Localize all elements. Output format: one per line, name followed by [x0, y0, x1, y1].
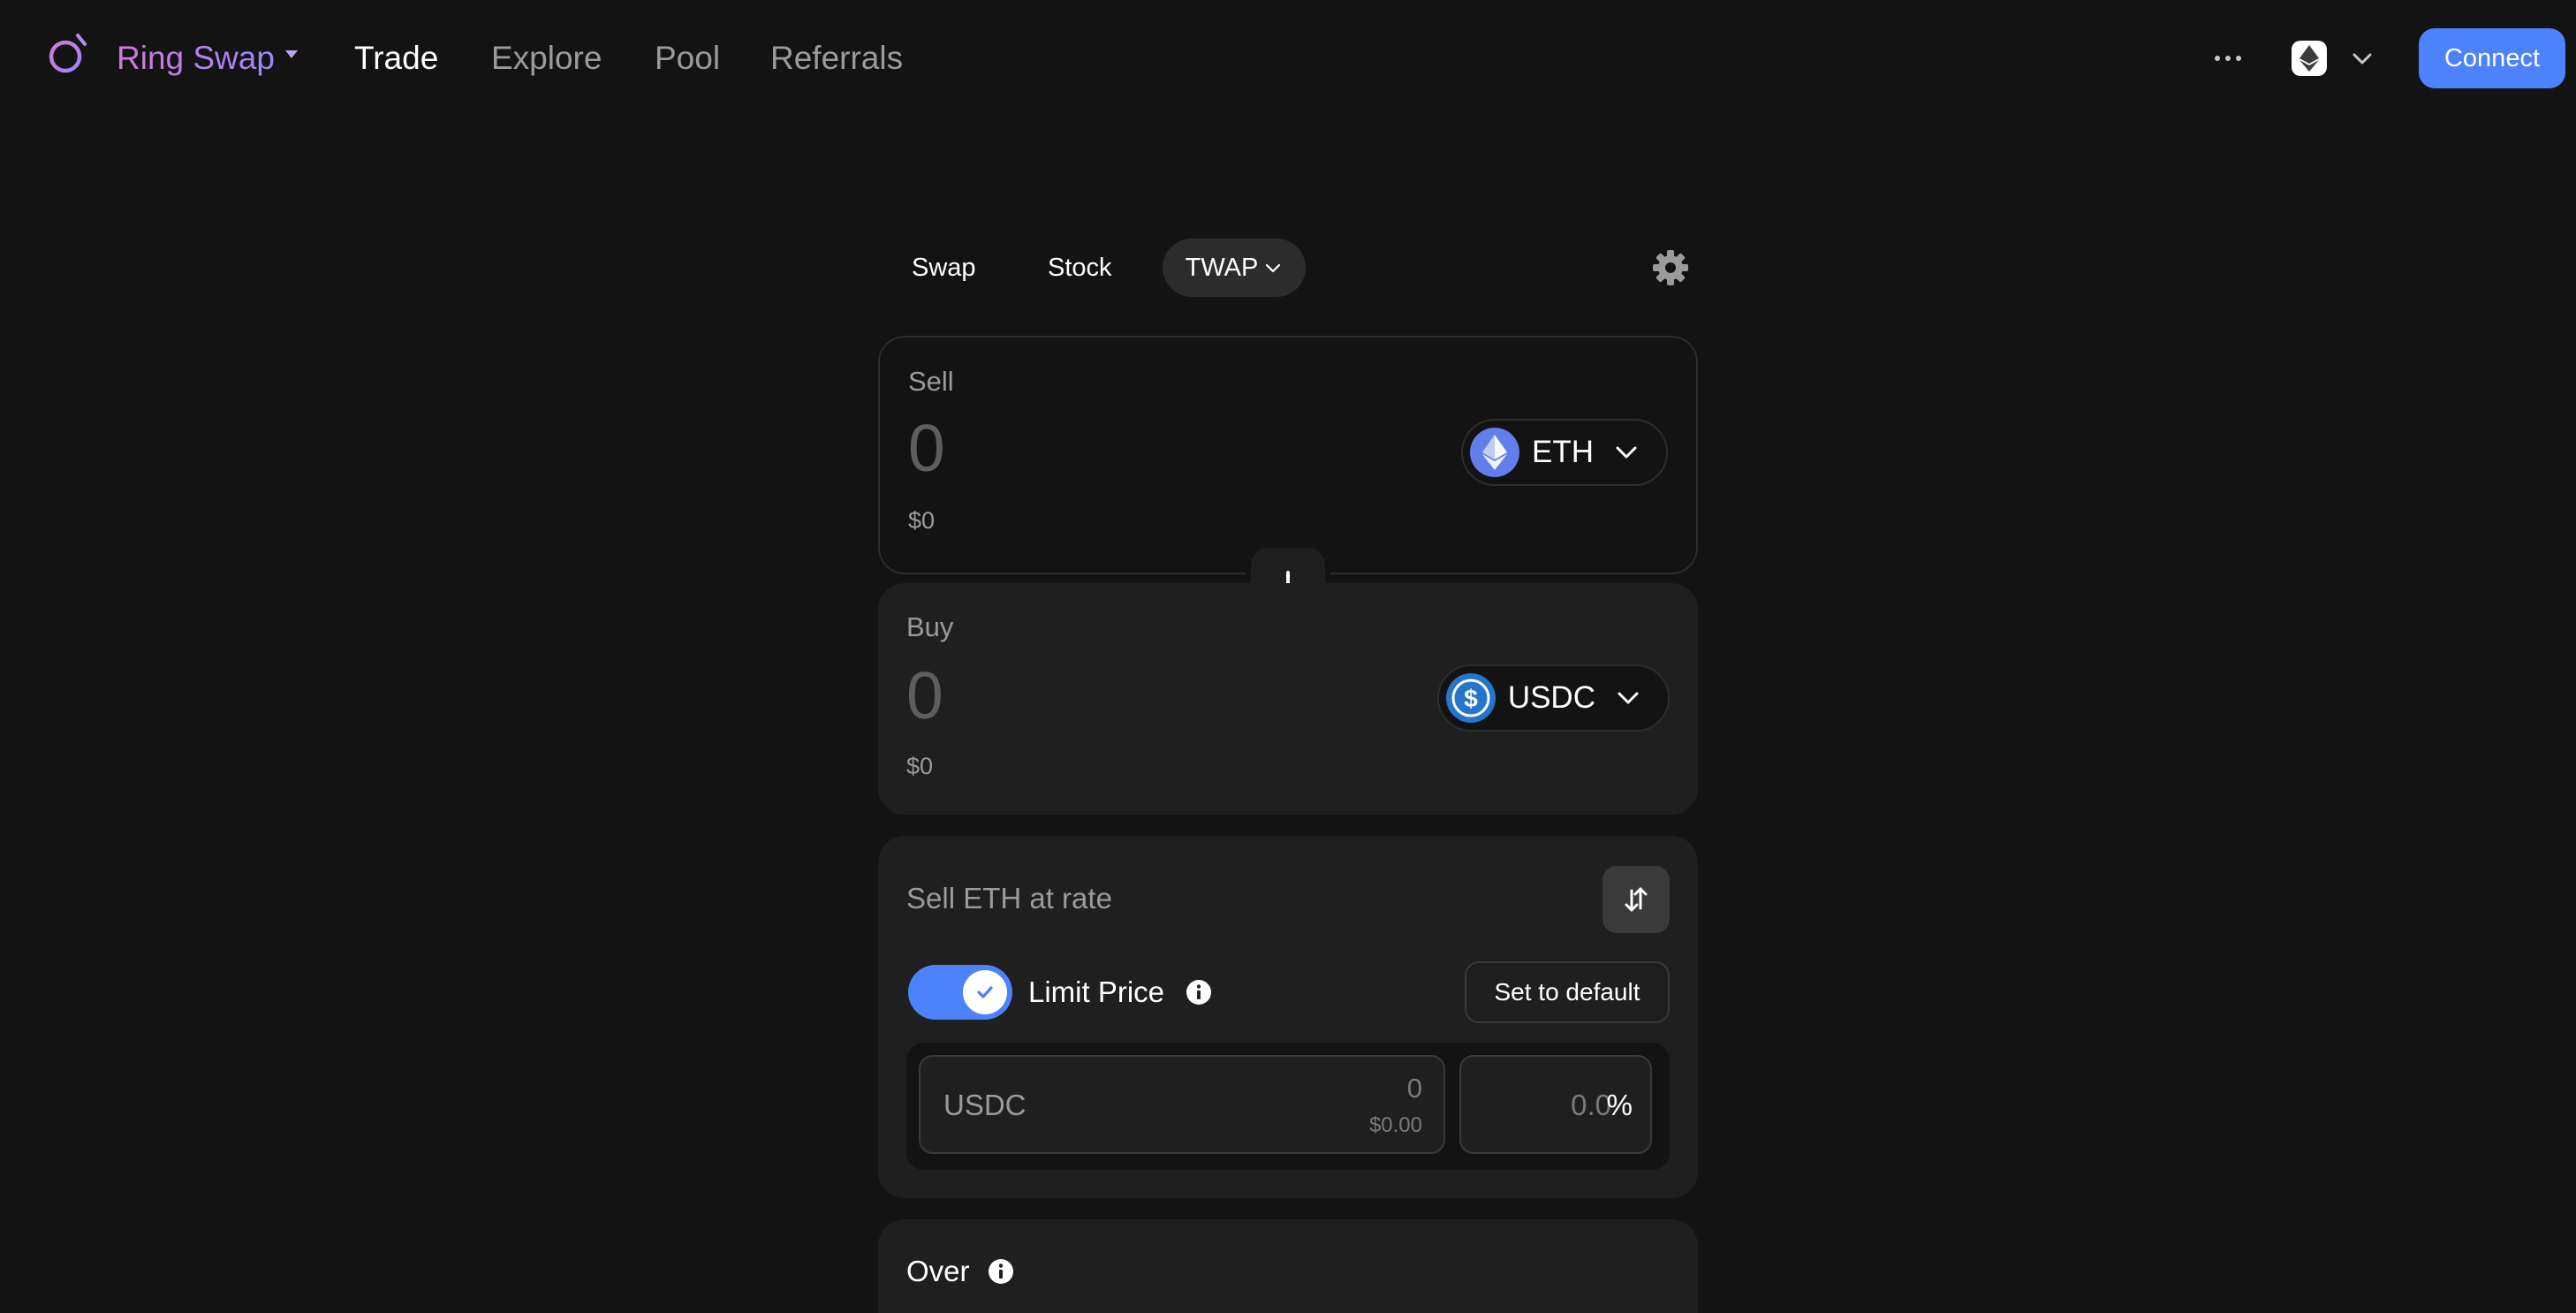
nav-explore[interactable]: Explore	[491, 35, 602, 81]
nav-referrals[interactable]: Referrals	[770, 35, 903, 81]
buy-label: Buy	[906, 611, 954, 642]
limit-price-field[interactable]: USDC 0 $0.00	[919, 1055, 1445, 1154]
buy-panel: Buy $0 $ USDC	[878, 583, 1698, 815]
chevron-down-icon	[1618, 692, 1639, 704]
logo[interactable]	[44, 32, 90, 78]
buy-usd-value: $0	[906, 753, 934, 779]
tab-twap-label: TWAP	[1185, 254, 1259, 282]
buy-token-selector[interactable]: $ USDC	[1436, 664, 1670, 732]
limit-rate-panel: Sell ETH at rate Limit Price Set to defa…	[878, 836, 1698, 1198]
limit-percent-field[interactable]: 0.0 %	[1459, 1055, 1652, 1154]
info-icon[interactable]	[1186, 979, 1212, 1006]
limit-price-value: 0	[1406, 1073, 1422, 1104]
percent-sign: %	[1606, 1089, 1633, 1121]
info-icon[interactable]	[988, 1258, 1014, 1285]
sell-label: Sell	[908, 366, 954, 397]
rate-title: Sell ETH at rate	[906, 882, 1112, 915]
check-icon	[963, 970, 1007, 1014]
more-icon[interactable]	[2209, 39, 2247, 78]
tab-twap[interactable]: TWAP	[1163, 239, 1306, 297]
chevron-down-icon	[1266, 263, 1281, 273]
tab-stock[interactable]: Stock	[1048, 239, 1112, 297]
brand-caret-icon[interactable]	[285, 50, 298, 58]
buy-amount-input[interactable]	[906, 656, 1348, 735]
tab-swap[interactable]: Swap	[912, 239, 976, 297]
over-label: Over	[906, 1255, 970, 1287]
limit-price-toggle[interactable]	[908, 965, 1012, 1020]
chevron-down-icon	[1616, 446, 1637, 459]
limit-percent-value: 0.0	[1571, 1089, 1611, 1121]
invert-rate-button[interactable]	[1602, 866, 1670, 933]
duration-panel: Over	[878, 1219, 1698, 1313]
nav-trade[interactable]: Trade	[354, 35, 438, 81]
chevron-down-icon	[2352, 53, 2372, 65]
top-nav: Ring Swap Trade Explore Pool Referrals C…	[0, 0, 2576, 117]
limit-price-inputs: USDC 0 $0.00 0.0 %	[906, 1043, 1670, 1170]
ethereum-icon	[1470, 428, 1519, 477]
invert-arrows-icon	[1625, 887, 1648, 912]
limit-price-label: Limit Price	[1028, 975, 1165, 1008]
ethereum-icon	[2292, 41, 2327, 76]
set-to-default-button[interactable]: Set to default	[1465, 961, 1670, 1023]
nav-pool[interactable]: Pool	[655, 35, 720, 81]
limit-price-unit: USDC	[943, 1089, 1027, 1121]
sell-amount-input[interactable]	[908, 408, 1350, 488]
sell-usd-value: $0	[908, 507, 936, 534]
chain-selector[interactable]	[2292, 35, 2383, 81]
limit-price-usd: $0.00	[1368, 1113, 1422, 1137]
connect-button[interactable]: Connect	[2419, 28, 2565, 88]
sell-token-symbol: ETH	[1532, 435, 1594, 469]
trade-tabs: Swap Stock TWAP	[878, 239, 1698, 297]
brand-name[interactable]: Ring Swap	[117, 35, 275, 81]
sell-token-selector[interactable]: ETH	[1461, 419, 1668, 486]
buy-token-symbol: USDC	[1507, 680, 1595, 715]
svg-text:$: $	[1464, 685, 1478, 712]
usdc-icon: $	[1445, 673, 1496, 723]
sell-panel: Sell $0 ETH	[878, 336, 1698, 574]
ring-logo-icon	[49, 34, 87, 73]
gear-icon[interactable]	[1652, 249, 1689, 286]
